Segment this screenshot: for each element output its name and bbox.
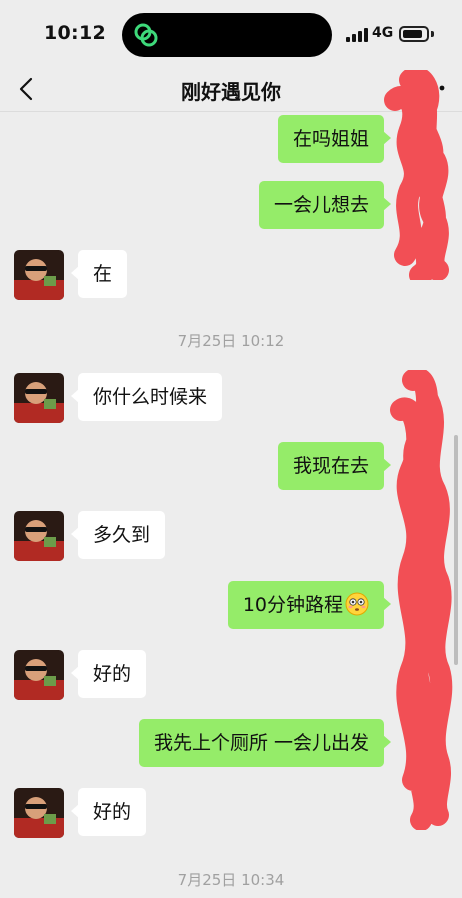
redaction-scribble [384, 70, 449, 280]
outgoing-bubble[interactable]: 在吗姐姐 [277, 115, 392, 163]
outgoing-bubble[interactable]: 我先上个厕所 一会儿出发 [138, 719, 392, 767]
avatar[interactable] [14, 250, 64, 300]
incoming-bubble[interactable]: 在 [70, 250, 128, 298]
status-bar: 10:12 4G [0, 0, 462, 66]
outgoing-bubble[interactable]: 一会儿想去 [258, 181, 392, 229]
avatar[interactable] [14, 788, 64, 838]
battery-icon [399, 26, 429, 42]
outgoing-bubble[interactable]: 10分钟路程 [227, 581, 392, 629]
bubble-text: 10分钟路程 [242, 594, 343, 616]
scrollbar[interactable] [454, 435, 458, 665]
signal-icon [346, 28, 368, 42]
avatar[interactable] [14, 650, 64, 700]
flushed-face-icon [345, 592, 369, 616]
incoming-bubble[interactable]: 好的 [70, 788, 147, 836]
incoming-bubble[interactable]: 好的 [70, 650, 147, 698]
incoming-bubble[interactable]: 多久到 [70, 511, 166, 559]
timestamp: 7月25日 10:34 [177, 871, 285, 889]
status-time: 10:12 [44, 22, 106, 44]
app-link-icon [134, 23, 158, 47]
incoming-bubble[interactable]: 你什么时候来 [70, 373, 223, 421]
timestamp: 7月25日 10:12 [177, 332, 285, 350]
dynamic-island [122, 13, 332, 57]
network-type: 4G [372, 25, 394, 41]
redaction-scribble [390, 370, 453, 830]
outgoing-bubble[interactable]: 我现在去 [277, 442, 392, 490]
avatar[interactable] [14, 511, 64, 561]
avatar[interactable] [14, 373, 64, 423]
